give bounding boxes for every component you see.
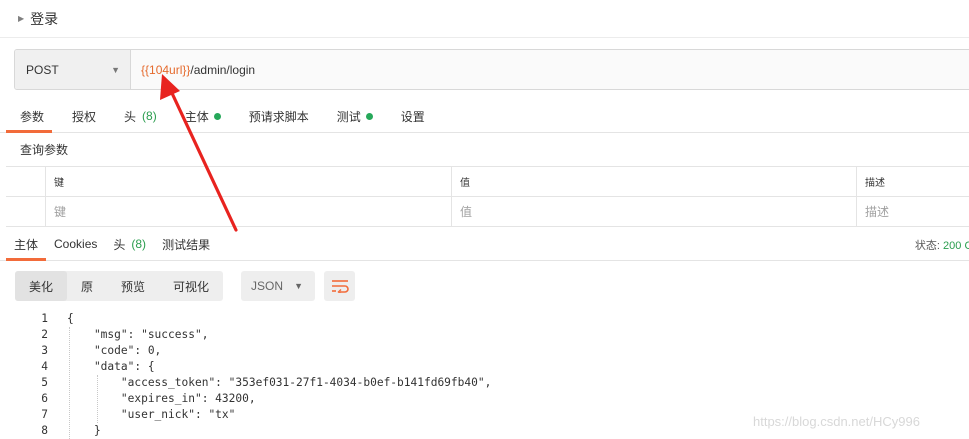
value-input[interactable]: 值 [452,197,857,226]
code-line: 3 "code": 0, [0,342,969,358]
code-text: "expires_in": 43200, [67,391,256,405]
tab-label: 测试结果 [162,237,211,252]
description-input[interactable]: 描述 [857,197,969,226]
code-text: "access_token": "353ef031-27f1-4034-b0ef… [67,375,492,389]
request-name-row[interactable]: ▶ 登录 [0,0,969,38]
code-text: } [67,423,101,437]
view-mode-group: 美化 原 预览 可视化 [15,271,224,301]
url-input[interactable]: {{104url}}/admin/login [131,50,969,89]
tab-auth[interactable]: 授权 [58,100,110,132]
tab-count: (8) [131,237,147,251]
indent-guide [97,375,98,423]
code-line: 5 "access_token": "353ef031-27f1-4034-b0… [0,374,969,390]
row-handle-cell [6,197,46,226]
tab-tests[interactable]: 测试 [323,100,387,132]
line-number: 4 [41,359,48,373]
line-number: 7 [41,407,48,421]
line-number: 8 [41,423,48,437]
response-tab-test-results[interactable]: 测试结果 [154,228,218,260]
tab-body[interactable]: 主体 [171,100,235,132]
response-tab-body[interactable]: 主体 [0,228,47,261]
status-label: 状态: [914,240,940,252]
table-header-row: 键 值 描述 [6,167,969,197]
raw-button[interactable]: 原 [67,271,107,301]
visualize-button[interactable]: 可视化 [159,271,223,301]
tab-count: (8) [142,109,157,123]
tab-label: 参数 [20,109,45,124]
request-name: 登录 [30,10,59,27]
tab-settings[interactable]: 设置 [387,100,439,132]
tab-params[interactable]: 参数 [0,100,58,133]
line-number: 5 [41,375,48,389]
column-header-value: 值 [452,167,857,196]
query-params-table: 键 值 描述 键 值 描述 [6,166,969,227]
tab-label: 预请求脚本 [248,109,309,124]
query-params-title: 查询参数 [20,143,69,157]
watermark: https://blog.csdn.net/HCy996 [753,414,920,429]
url-bar: POST ▼ {{104url}}/admin/login [14,49,969,90]
column-header-description: 描述 [865,178,885,189]
response-tabs: 主体 Cookies 头 (8) 测试结果 状态: 200 O [0,228,969,261]
request-tabs: 参数 授权 头 (8) 主体 预请求脚本 测试 设置 [0,100,969,133]
preview-button[interactable]: 预览 [107,271,159,301]
tab-label: 主体 [14,237,39,252]
code-text: "data": { [67,359,155,373]
status-indicator: 状态: 200 O [915,237,969,253]
chevron-down-icon: ▼ [111,64,120,75]
tab-label: 测试 [336,109,361,124]
line-number: 2 [41,327,48,341]
response-tab-headers[interactable]: 头 (8) [105,228,154,260]
code-text: "msg": "success", [67,327,209,341]
key-input[interactable]: 键 [46,197,452,226]
tab-label: 头 [113,237,126,252]
row-handle-cell [6,167,46,196]
wrap-lines-icon [331,280,349,293]
status-value: 200 O [943,240,969,252]
code-line: 1{ [0,310,969,326]
expand-caret-icon[interactable]: ▶ [18,14,24,23]
method-select[interactable]: POST ▼ [15,50,131,89]
method-label: POST [26,62,59,77]
code-line: 6 "expires_in": 43200, [0,390,969,406]
url-variable: {{104url}} [141,62,191,77]
url-path: /admin/login [190,62,256,77]
line-number: 1 [41,311,48,325]
status-dot-icon [213,112,221,120]
tab-pre-request-script[interactable]: 预请求脚本 [235,100,323,132]
tab-label: Cookies [54,237,98,251]
chevron-down-icon: ▼ [294,281,303,291]
code-text: "code": 0, [67,343,162,357]
code-text: { [67,311,74,325]
line-number: 6 [41,391,48,405]
status-dot-icon [365,112,373,120]
pretty-button[interactable]: 美化 [15,271,68,301]
code-line: 2 "msg": "success", [0,326,969,342]
wrap-lines-button[interactable] [324,271,355,301]
table-row: 键 值 描述 [6,197,969,227]
indent-guide [69,327,70,439]
tab-label: 授权 [72,109,97,124]
line-number: 3 [41,343,48,357]
column-header-key: 键 [46,167,452,196]
tab-label: 主体 [184,109,209,124]
format-label: JSON [251,279,284,293]
response-tab-cookies[interactable]: Cookies [46,228,105,260]
tab-headers[interactable]: 头 (8) [110,100,171,132]
tab-label: 设置 [400,109,425,124]
tab-label: 头 [124,109,137,124]
format-select[interactable]: JSON ▼ [241,271,315,301]
code-line: 4 "data": { [0,358,969,374]
code-text: "user_nick": "tx" [67,407,236,421]
